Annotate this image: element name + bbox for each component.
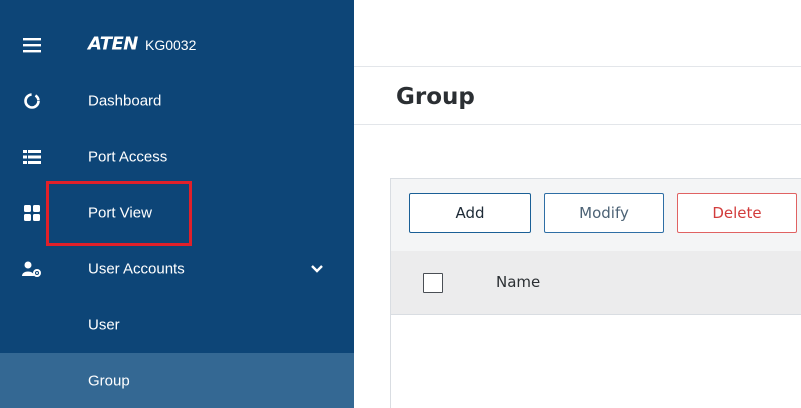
column-header-name[interactable]: Name <box>496 273 540 291</box>
toolbar: Add Modify Delete <box>391 179 801 251</box>
sidebar-item-label: User Accounts <box>88 260 185 278</box>
delete-button[interactable]: Delete <box>677 193 797 233</box>
group-panel: Add Modify Delete Name <box>390 178 801 408</box>
list-icon <box>22 147 42 167</box>
sidebar-item-label: User <box>88 316 120 334</box>
sidebar-item-user-accounts[interactable]: User Accounts <box>0 241 354 297</box>
table-header: Name <box>391 251 801 315</box>
hamburger-menu-icon[interactable] <box>22 35 42 55</box>
modify-button[interactable]: Modify <box>544 193 664 233</box>
page-title: Group <box>396 84 475 110</box>
sidebar-header: ATEN KG0032 <box>0 17 354 73</box>
sidebar-subitem-user[interactable]: User <box>0 297 354 353</box>
grid-icon <box>22 203 42 223</box>
top-bar <box>354 0 801 67</box>
add-button[interactable]: Add <box>409 193 531 233</box>
select-all-checkbox[interactable] <box>423 273 443 293</box>
main-content: Group Add Modify Delete Name <box>354 0 801 408</box>
sidebar-item-port-access[interactable]: Port Access <box>0 129 354 185</box>
brand-logo: ATEN <box>88 33 138 55</box>
chevron-down-icon[interactable] <box>309 261 325 277</box>
sidebar-item-dashboard[interactable]: Dashboard <box>0 73 354 129</box>
title-divider <box>354 124 801 125</box>
user-gear-icon <box>22 259 42 279</box>
add-button-highlight <box>46 181 192 246</box>
dashboard-ring-icon <box>22 91 42 111</box>
sidebar-subitem-group[interactable]: Group <box>0 353 354 408</box>
sidebar-item-label: Dashboard <box>88 92 162 110</box>
sidebar-item-label: Port Access <box>88 148 168 166</box>
device-model: KG0032 <box>145 37 197 53</box>
sidebar-item-label: Group <box>88 372 130 390</box>
